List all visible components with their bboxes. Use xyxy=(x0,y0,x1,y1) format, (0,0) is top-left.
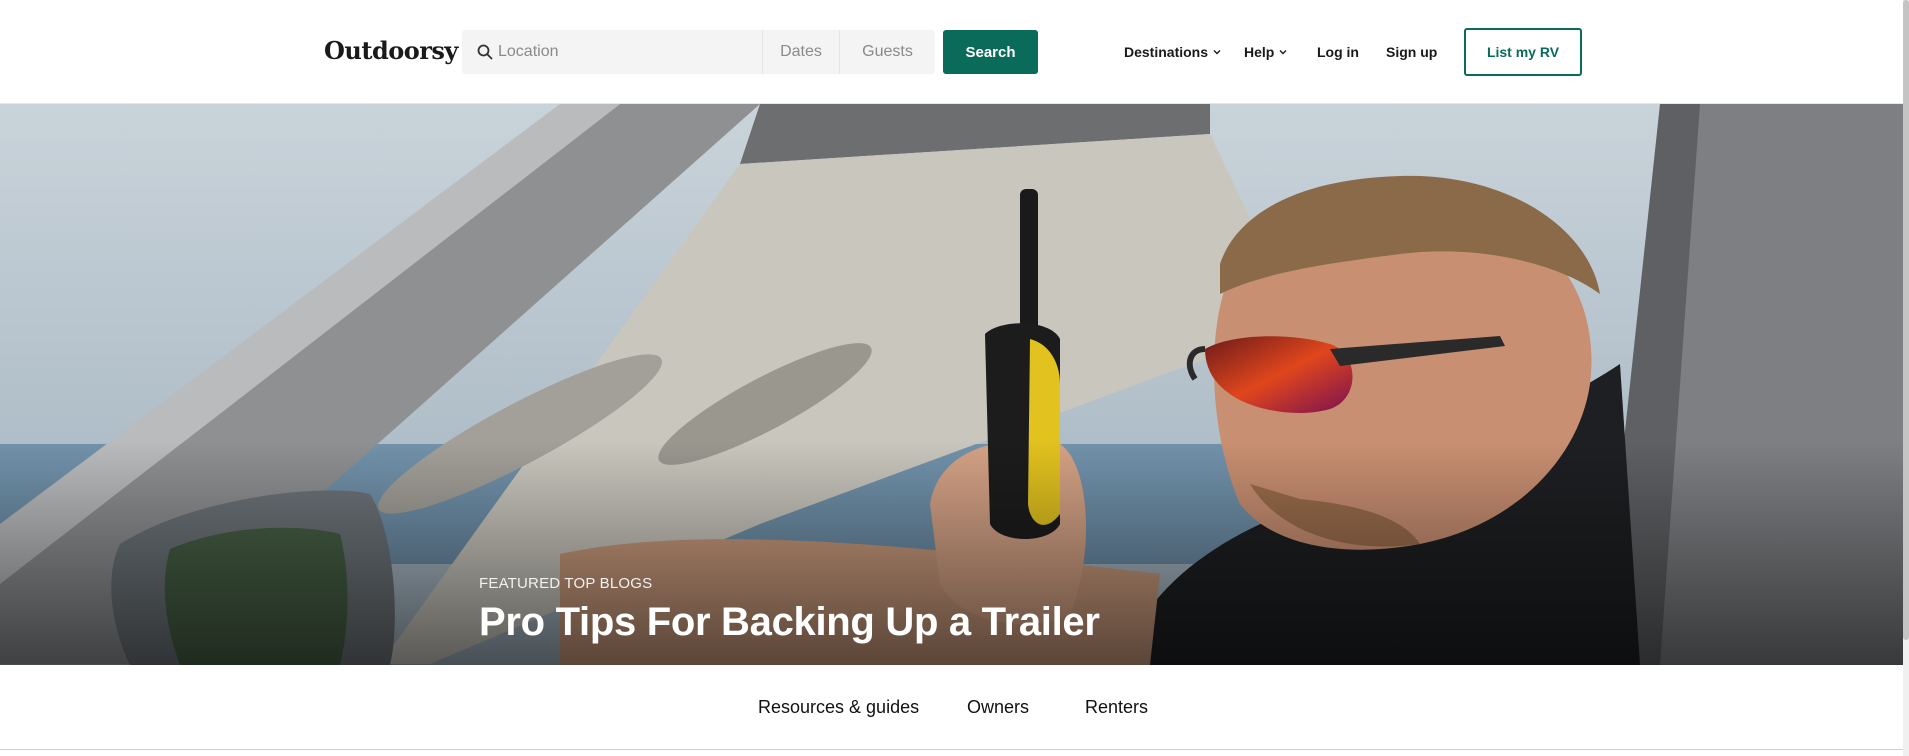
location-field[interactable] xyxy=(462,30,763,74)
dates-field[interactable]: Dates xyxy=(763,30,840,74)
outdoorsy-logo[interactable]: Outdoorsy xyxy=(324,36,458,65)
nav-login[interactable]: Log in xyxy=(1317,42,1359,62)
nav-destinations[interactable]: Destinations xyxy=(1124,42,1222,62)
site-header: Outdoorsy Dates Guests Search Destinatio… xyxy=(0,0,1903,104)
blog-category-tabs: Resources & guides Owners Renters xyxy=(0,665,1903,750)
scrollbar-thumb[interactable] xyxy=(1903,0,1909,640)
search-bar: Dates Guests xyxy=(462,30,935,74)
tab-owners[interactable]: Owners xyxy=(967,697,1029,718)
hero-title[interactable]: Pro Tips For Backing Up a Trailer xyxy=(479,600,1100,645)
chevron-down-icon xyxy=(1279,50,1287,55)
search-button[interactable]: Search xyxy=(943,30,1038,74)
hero-eyebrow: FEATURED TOP BLOGS xyxy=(479,575,653,592)
guests-field[interactable]: Guests xyxy=(840,30,935,74)
page-scrollbar[interactable] xyxy=(1903,0,1909,756)
chevron-down-icon xyxy=(1213,50,1221,55)
nav-help[interactable]: Help xyxy=(1244,42,1288,62)
nav-help-label: Help xyxy=(1244,44,1275,60)
tab-resources-guides[interactable]: Resources & guides xyxy=(758,697,919,718)
nav-signup[interactable]: Sign up xyxy=(1386,42,1437,62)
location-input[interactable] xyxy=(498,30,753,74)
search-icon xyxy=(477,44,493,60)
hero-banner[interactable]: FEATURED TOP BLOGS Pro Tips For Backing … xyxy=(0,104,1903,665)
hero-caption[interactable]: FEATURED TOP BLOGS Pro Tips For Backing … xyxy=(479,575,1100,645)
nav-destinations-label: Destinations xyxy=(1124,44,1209,60)
tab-renters[interactable]: Renters xyxy=(1085,697,1148,718)
list-my-rv-button[interactable]: List my RV xyxy=(1464,28,1582,76)
